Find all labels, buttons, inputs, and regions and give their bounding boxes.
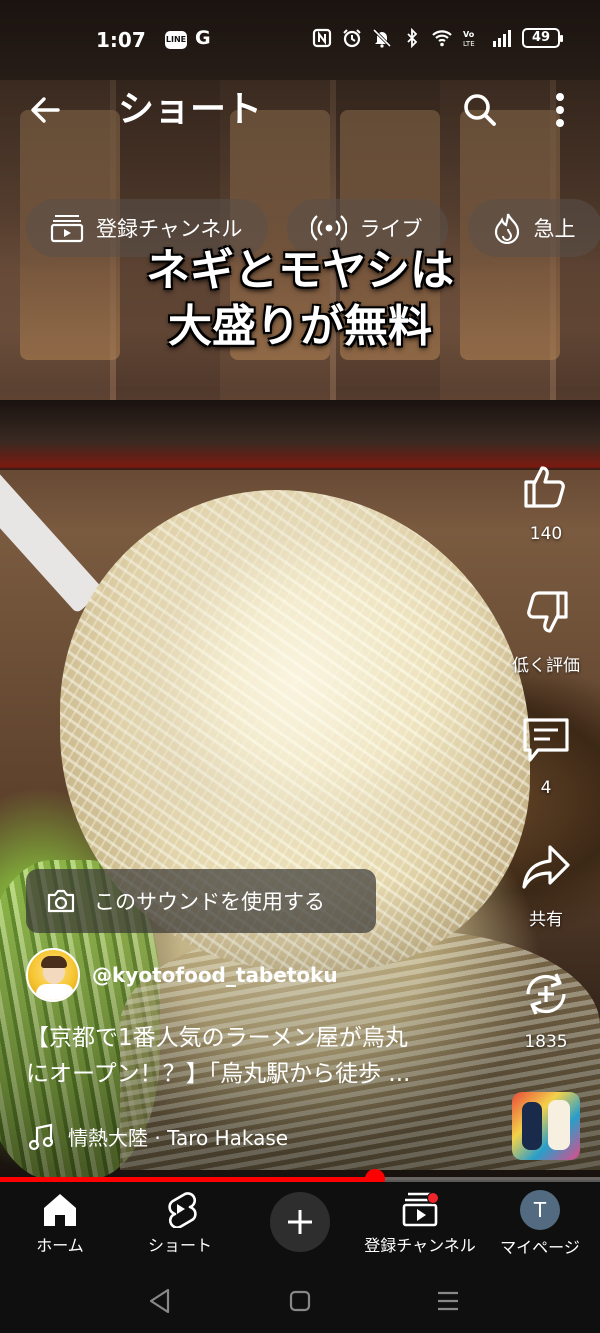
- use-sound-button[interactable]: このサウンドを使用する: [26, 869, 376, 933]
- page-title: ショート: [118, 89, 263, 130]
- nav-label: 登録チャンネル: [364, 1236, 476, 1255]
- music-track: 情熱大陸 · Taro Hakase: [68, 1126, 289, 1150]
- chip-label: ライブ: [359, 217, 423, 241]
- create-button[interactable]: [270, 1192, 330, 1252]
- status-icons: Vo LTE 49: [312, 28, 563, 48]
- system-recents-icon[interactable]: [431, 1284, 465, 1318]
- system-back-icon[interactable]: [143, 1284, 177, 1318]
- remix-button[interactable]: 1835: [500, 968, 592, 1052]
- status-bar: 1:07 LINE G Vo LTE 49: [0, 0, 600, 80]
- bottom-nav: ホーム ショート 登録チャンネル T マイページ: [0, 1182, 600, 1270]
- nav-label: ショート: [147, 1236, 212, 1255]
- channel-avatar[interactable]: [26, 948, 80, 1002]
- mute-icon: [372, 28, 392, 48]
- thumbs-up-icon: [524, 466, 565, 508]
- remix-count: 1835: [524, 1032, 568, 1052]
- shorts-header: ショート: [0, 80, 600, 140]
- nav-home[interactable]: ホーム: [0, 1190, 120, 1256]
- svg-text:LTE: LTE: [463, 40, 475, 48]
- use-sound-label: このサウンドを使用する: [94, 890, 325, 914]
- subscriptions-icon: [50, 215, 84, 243]
- user-avatar: T: [520, 1190, 560, 1230]
- music-link[interactable]: 情熱大陸 · Taro Hakase: [28, 1122, 288, 1151]
- like-count: 140: [529, 524, 563, 544]
- chip-label: 急上: [533, 217, 576, 241]
- video-caption: ネギとモヤシは 大盛りが無料: [0, 243, 600, 355]
- chip-label: 登録チャンネル: [96, 217, 243, 241]
- music-thumbnail[interactable]: [512, 1092, 580, 1160]
- bluetooth-icon: [407, 28, 418, 48]
- video-title[interactable]: 【京都で1番人気のラーメン屋が烏丸 にオープン！？】「烏丸駅から徒歩 ...: [26, 1020, 496, 1092]
- back-arrow-icon[interactable]: [22, 86, 70, 134]
- nfc-icon: [312, 28, 332, 48]
- notification-dot: [427, 1192, 439, 1204]
- volte-icon: VoLTE: [463, 30, 475, 48]
- channel-handle[interactable]: @kyotofood_tabetoku: [92, 963, 338, 987]
- nav-label: マイページ: [500, 1238, 580, 1257]
- status-time: 1:07: [96, 28, 146, 52]
- thumbs-down-icon: [527, 591, 568, 633]
- channel-row[interactable]: @kyotofood_tabetoku: [26, 947, 338, 1003]
- title-line: 【京都で1番人気のラーメン屋が烏丸: [26, 1025, 408, 1051]
- remix-icon: [526, 973, 566, 1015]
- more-vert-icon[interactable]: [540, 86, 580, 134]
- music-note-icon: [28, 1123, 54, 1150]
- plus-icon: [288, 1210, 312, 1234]
- home-icon: [44, 1194, 76, 1226]
- chopstick: [0, 455, 104, 614]
- dislike-label: 低く評価: [512, 656, 580, 676]
- title-line: にオープン！？】「烏丸駅から徒歩 ...: [26, 1061, 411, 1087]
- comment-count: 4: [540, 778, 552, 798]
- line-app-icon: LINE: [165, 31, 187, 49]
- trending-icon: [494, 213, 519, 244]
- search-icon[interactable]: [456, 86, 504, 134]
- live-broadcast-icon: [311, 215, 348, 241]
- signal-icon: [493, 30, 511, 47]
- share-label: 共有: [529, 910, 563, 930]
- wifi-icon: [432, 30, 452, 47]
- thumbnail-figure: [522, 1102, 542, 1150]
- nav-label: ホーム: [36, 1236, 84, 1255]
- system-home-icon[interactable]: [283, 1284, 317, 1318]
- google-app-icon: G: [195, 27, 211, 49]
- svg-text:Vo: Vo: [463, 30, 475, 39]
- comments-button[interactable]: 4: [500, 714, 592, 798]
- comment-icon: [523, 718, 569, 762]
- shorts-icon: [168, 1192, 197, 1228]
- dislike-button[interactable]: 低く評価: [500, 587, 592, 676]
- system-nav-bar: [0, 1270, 600, 1333]
- avatar-hair: [41, 956, 67, 968]
- alarm-icon: [343, 29, 361, 48]
- battery-icon: 49: [522, 28, 563, 48]
- share-arrow-icon: [522, 845, 570, 889]
- avatar-body: [36, 984, 74, 1000]
- nav-subscriptions[interactable]: 登録チャンネル: [360, 1190, 480, 1256]
- nav-shorts[interactable]: ショート: [120, 1190, 240, 1256]
- caption-line: ネギとモヤシは: [146, 245, 454, 296]
- like-button[interactable]: 140: [500, 460, 592, 544]
- nav-mypage[interactable]: T マイページ: [480, 1190, 600, 1258]
- share-button[interactable]: 共有: [500, 841, 592, 930]
- caption-line: 大盛りが無料: [168, 301, 432, 352]
- camera-icon: [47, 889, 75, 913]
- thumbnail-figure: [548, 1100, 570, 1150]
